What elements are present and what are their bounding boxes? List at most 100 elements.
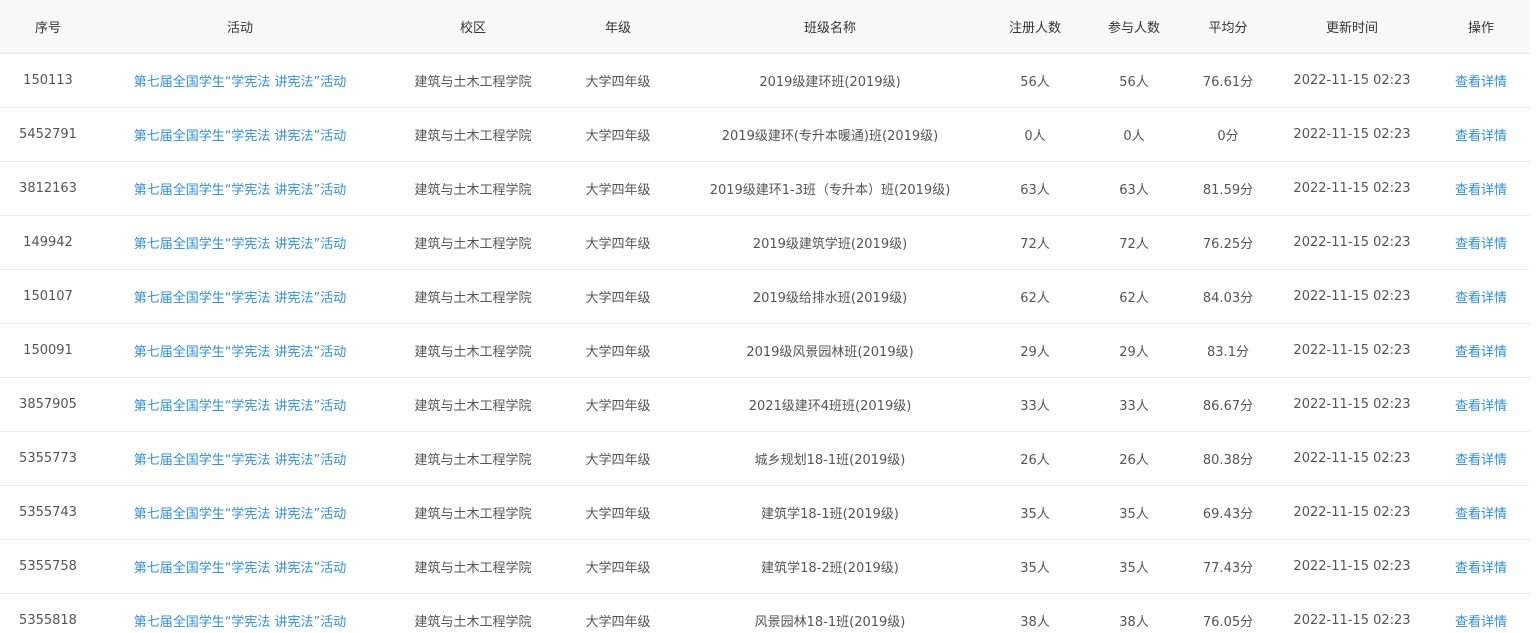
activity-link-cell: 第七届全国学生“学宪法 讲宪法”活动 <box>96 539 384 594</box>
activity-link[interactable]: 第七届全国学生“学宪法 讲宪法”活动 <box>134 75 347 90</box>
activity-link[interactable]: 第七届全国学生“学宪法 讲宪法”活动 <box>134 291 347 306</box>
cell-class-name: 建筑学18-1班(2019级) <box>674 485 986 540</box>
column-header-updated: 更新时间 <box>1272 0 1432 54</box>
view-details-link-cell: 查看详情 <box>1432 269 1530 324</box>
cell-updated: 2022-11-15 02:23 <box>1272 53 1432 108</box>
column-header-id: 序号 <box>0 0 96 54</box>
table-row: 5355818 第七届全国学生“学宪法 讲宪法”活动 建筑与土木工程学院 大学四年级风… <box>0 593 1530 633</box>
cell-class-name: 建筑学18-2班(2019级) <box>674 539 986 594</box>
view-details-link[interactable]: 查看详情 <box>1455 129 1507 144</box>
cell-avg-score: 77.43分 <box>1184 539 1272 594</box>
view-details-link[interactable]: 查看详情 <box>1455 291 1507 306</box>
view-details-link[interactable]: 查看详情 <box>1455 399 1507 414</box>
cell-grade: 大学四年级 <box>562 215 674 270</box>
column-header-activity: 活动 <box>96 0 384 54</box>
view-details-link-cell: 查看详情 <box>1432 215 1530 270</box>
cell-grade: 大学四年级 <box>562 323 674 378</box>
activity-link[interactable]: 第七届全国学生“学宪法 讲宪法”活动 <box>134 237 347 252</box>
cell-avg-score: 0分 <box>1184 107 1272 162</box>
table-header: 序号 活动 校区 年级 班级名称 注册人数 参与人数 平均分 更新时间 操作 <box>0 0 1530 54</box>
cell-class-name: 2019级建环1-3班（专升本）班(2019级) <box>674 161 986 216</box>
cell-id: 5452791 <box>0 107 96 162</box>
cell-grade: 大学四年级 <box>562 53 674 108</box>
cell-class-name: 城乡规划18-1班(2019级) <box>674 431 986 486</box>
cell-id: 149942 <box>0 215 96 270</box>
view-details-link[interactable]: 查看详情 <box>1455 345 1507 360</box>
activity-link[interactable]: 第七届全国学生“学宪法 讲宪法”活动 <box>134 507 347 522</box>
activity-link-cell: 第七届全国学生“学宪法 讲宪法”活动 <box>96 323 384 378</box>
table-row: 150091 第七届全国学生“学宪法 讲宪法”活动 建筑与土木工程学院 大学四年级 20… <box>0 323 1530 378</box>
cell-registered: 62人 <box>986 269 1084 324</box>
scrollbar-track[interactable] <box>1530 0 1540 633</box>
activity-link[interactable]: 第七届全国学生“学宪法 讲宪法”活动 <box>134 399 347 414</box>
cell-id: 5355758 <box>0 539 96 594</box>
column-header-class-name: 班级名称 <box>674 0 986 54</box>
table-row: 5355758 第七届全国学生“学宪法 讲宪法”活动 建筑与土木工程学院 大学四年级建… <box>0 539 1530 594</box>
cell-participants: 29人 <box>1084 323 1184 378</box>
view-details-link[interactable]: 查看详情 <box>1455 615 1507 630</box>
cell-registered: 0人 <box>986 107 1084 162</box>
cell-registered: 29人 <box>986 323 1084 378</box>
view-details-link-cell: 查看详情 <box>1432 161 1530 216</box>
view-details-link-cell: 查看详情 <box>1432 53 1530 108</box>
cell-participants: 0人 <box>1084 107 1184 162</box>
class-stats-table-container: 序号 活动 校区 年级 班级名称 注册人数 参与人数 平均分 更新时间 操作 1… <box>0 0 1530 633</box>
view-details-link[interactable]: 查看详情 <box>1455 183 1507 198</box>
view-details-link-cell: 查看详情 <box>1432 323 1530 378</box>
cell-campus: 建筑与土木工程学院 <box>384 107 562 162</box>
activity-link-cell: 第七届全国学生“学宪法 讲宪法”活动 <box>96 53 384 108</box>
view-details-link[interactable]: 查看详情 <box>1455 237 1507 252</box>
activity-link[interactable]: 第七届全国学生“学宪法 讲宪法”活动 <box>134 453 347 468</box>
cell-id: 150107 <box>0 269 96 324</box>
table-row: 5355773 第七届全国学生“学宪法 讲宪法”活动 建筑与土木工程学院 大学四年级城… <box>0 431 1530 486</box>
cell-class-name: 2019级建环(专升本暖通)班(2019级) <box>674 107 986 162</box>
cell-class-name: 2019级建环班(2019级) <box>674 53 986 108</box>
cell-registered: 72人 <box>986 215 1084 270</box>
view-details-link[interactable]: 查看详情 <box>1455 453 1507 468</box>
column-header-action: 操作 <box>1432 0 1530 54</box>
cell-participants: 33人 <box>1084 377 1184 432</box>
view-details-link[interactable]: 查看详情 <box>1455 507 1507 522</box>
table-row: 3812163 第七届全国学生“学宪法 讲宪法”活动 建筑与土木工程学院 大学四年级 2… <box>0 161 1530 216</box>
column-header-participants: 参与人数 <box>1084 0 1184 54</box>
activity-link[interactable]: 第七届全国学生“学宪法 讲宪法”活动 <box>134 129 347 144</box>
cell-updated: 2022-11-15 02:23 <box>1272 215 1432 270</box>
class-stats-table: 序号 活动 校区 年级 班级名称 注册人数 参与人数 平均分 更新时间 操作 1… <box>0 0 1530 633</box>
activity-link[interactable]: 第七届全国学生“学宪法 讲宪法”活动 <box>134 183 347 198</box>
view-details-link[interactable]: 查看详情 <box>1455 561 1507 576</box>
cell-campus: 建筑与土木工程学院 <box>384 323 562 378</box>
cell-grade: 大学四年级 <box>562 107 674 162</box>
cell-id: 5355818 <box>0 593 96 633</box>
activity-link-cell: 第七届全国学生“学宪法 讲宪法”活动 <box>96 107 384 162</box>
cell-campus: 建筑与土木工程学院 <box>384 269 562 324</box>
cell-participants: 63人 <box>1084 161 1184 216</box>
cell-updated: 2022-11-15 02:23 <box>1272 431 1432 486</box>
cell-id: 5355743 <box>0 485 96 540</box>
cell-grade: 大学四年级 <box>562 539 674 594</box>
table-row: 3857905 第七届全国学生“学宪法 讲宪法”活动 建筑与土木工程学院 大学四年级 2… <box>0 377 1530 432</box>
activity-link[interactable]: 第七届全国学生“学宪法 讲宪法”活动 <box>134 615 347 630</box>
cell-registered: 35人 <box>986 539 1084 594</box>
cell-class-name: 2021级建环4班班(2019级) <box>674 377 986 432</box>
activity-link[interactable]: 第七届全国学生“学宪法 讲宪法”活动 <box>134 561 347 576</box>
table-row: 5452791 第七届全国学生“学宪法 讲宪法”活动 建筑与土木工程学院 大学四年级 2… <box>0 107 1530 162</box>
view-details-link[interactable]: 查看详情 <box>1455 75 1507 90</box>
cell-avg-score: 76.61分 <box>1184 53 1272 108</box>
cell-campus: 建筑与土木工程学院 <box>384 431 562 486</box>
cell-id: 150091 <box>0 323 96 378</box>
cell-participants: 72人 <box>1084 215 1184 270</box>
cell-grade: 大学四年级 <box>562 593 674 633</box>
cell-grade: 大学四年级 <box>562 431 674 486</box>
activity-link-cell: 第七届全国学生“学宪法 讲宪法”活动 <box>96 485 384 540</box>
cell-participants: 35人 <box>1084 539 1184 594</box>
table-header-row: 序号 活动 校区 年级 班级名称 注册人数 参与人数 平均分 更新时间 操作 <box>0 0 1530 54</box>
activity-link-cell: 第七届全国学生“学宪法 讲宪法”活动 <box>96 161 384 216</box>
cell-class-name: 风景园林18-1班(2019级) <box>674 593 986 633</box>
cell-class-name: 2019级风景园林班(2019级) <box>674 323 986 378</box>
activity-link[interactable]: 第七届全国学生“学宪法 讲宪法”活动 <box>134 345 347 360</box>
cell-updated: 2022-11-15 02:23 <box>1272 377 1432 432</box>
cell-updated: 2022-11-15 02:23 <box>1272 107 1432 162</box>
view-details-link-cell: 查看详情 <box>1432 107 1530 162</box>
cell-updated: 2022-11-15 02:23 <box>1272 269 1432 324</box>
activity-link-cell: 第七届全国学生“学宪法 讲宪法”活动 <box>96 431 384 486</box>
